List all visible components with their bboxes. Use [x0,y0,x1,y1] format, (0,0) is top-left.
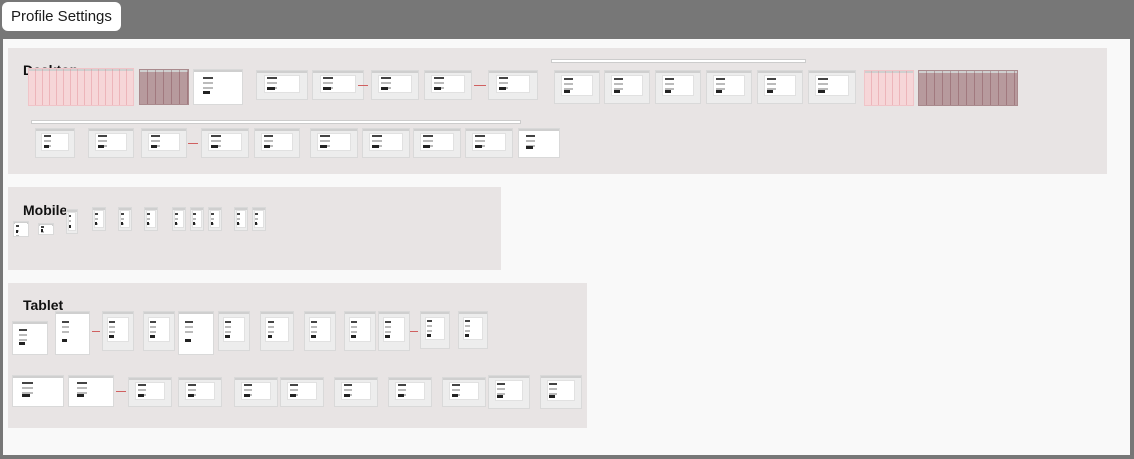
section-desktop[interactable]: Desktop [8,48,1107,174]
section-mobile[interactable]: Mobile [8,187,501,270]
desktop-frame[interactable] [808,70,856,104]
mobile-frame[interactable] [118,207,132,231]
tablet-frame[interactable] [178,377,222,407]
desktop-frame[interactable] [193,69,243,105]
mobile-frame[interactable] [234,207,248,231]
desktop-frame[interactable] [139,69,189,105]
mobile-frame[interactable] [92,207,106,231]
tablet-frame[interactable] [344,311,376,351]
tablet-frame[interactable] [68,375,114,407]
tablet-frame[interactable] [12,321,48,355]
flow-connector [410,331,418,332]
tablet-frame[interactable] [442,377,486,407]
flow-connector [116,391,126,392]
desktop-frame[interactable] [518,128,560,158]
desktop-frame[interactable] [141,128,187,158]
tablet-frame[interactable] [334,377,378,407]
tablet-frame[interactable] [280,377,324,407]
desktop-frame[interactable] [918,70,1018,106]
desktop-frame[interactable] [465,128,513,158]
tablet-frame[interactable] [540,375,582,409]
desktop-frame[interactable] [706,70,752,104]
mobile-frame[interactable] [144,207,158,231]
tablet-frame[interactable] [234,377,278,407]
desktop-frame[interactable] [312,70,364,100]
desktop-frame[interactable] [88,128,134,158]
desktop-frame[interactable] [554,70,600,104]
desktop-frame[interactable] [310,128,358,158]
tablet-frame[interactable] [260,311,294,351]
mobile-frame[interactable] [66,209,78,234]
mobile-frame[interactable] [13,221,29,237]
desktop-frame[interactable] [201,128,249,158]
tablet-frame[interactable] [488,375,530,409]
flow-connector [92,331,100,332]
section-tablet[interactable]: Tablet [8,283,587,428]
mobile-frame[interactable] [38,223,54,235]
desktop-frame[interactable] [488,70,538,100]
section-label-mobile: Mobile [23,202,68,218]
tablet-frame[interactable] [304,311,336,351]
tablet-frame[interactable] [388,377,432,407]
desktop-group-bar-top [551,59,806,63]
desktop-frame[interactable] [28,68,134,106]
desktop-frame[interactable] [35,128,75,158]
desktop-frame[interactable] [413,128,461,158]
mobile-frame[interactable] [252,207,266,231]
desktop-frame[interactable] [254,128,300,158]
desktop-frame[interactable] [256,70,308,100]
flow-connector [188,143,198,144]
desktop-frame[interactable] [362,128,410,158]
tablet-frame[interactable] [12,375,64,407]
file-title-label: Profile Settings [11,8,112,25]
tablet-frame[interactable] [128,377,172,407]
desktop-group-bar-bottom [31,120,521,124]
tablet-frame[interactable] [378,311,410,351]
desktop-frame[interactable] [604,70,650,104]
tablet-frame[interactable] [178,311,214,355]
desktop-frame[interactable] [371,70,419,100]
tablet-frame[interactable] [143,311,175,351]
mobile-frame[interactable] [190,207,204,231]
tablet-frame[interactable] [458,311,488,349]
tablet-frame[interactable] [55,311,90,355]
desktop-frame[interactable] [757,70,803,104]
tablet-frame[interactable] [420,311,450,349]
tablet-frame[interactable] [102,311,134,351]
desktop-frame[interactable] [864,70,914,106]
mobile-frame[interactable] [208,207,222,231]
mobile-frame[interactable] [172,207,186,231]
file-title[interactable]: Profile Settings [2,2,121,31]
flow-connector [358,85,368,86]
desktop-frame[interactable] [655,70,701,104]
design-canvas[interactable]: Desktop Mobile [3,39,1130,455]
desktop-frame[interactable] [424,70,472,100]
tablet-frame[interactable] [218,311,250,351]
flow-connector [474,85,486,86]
